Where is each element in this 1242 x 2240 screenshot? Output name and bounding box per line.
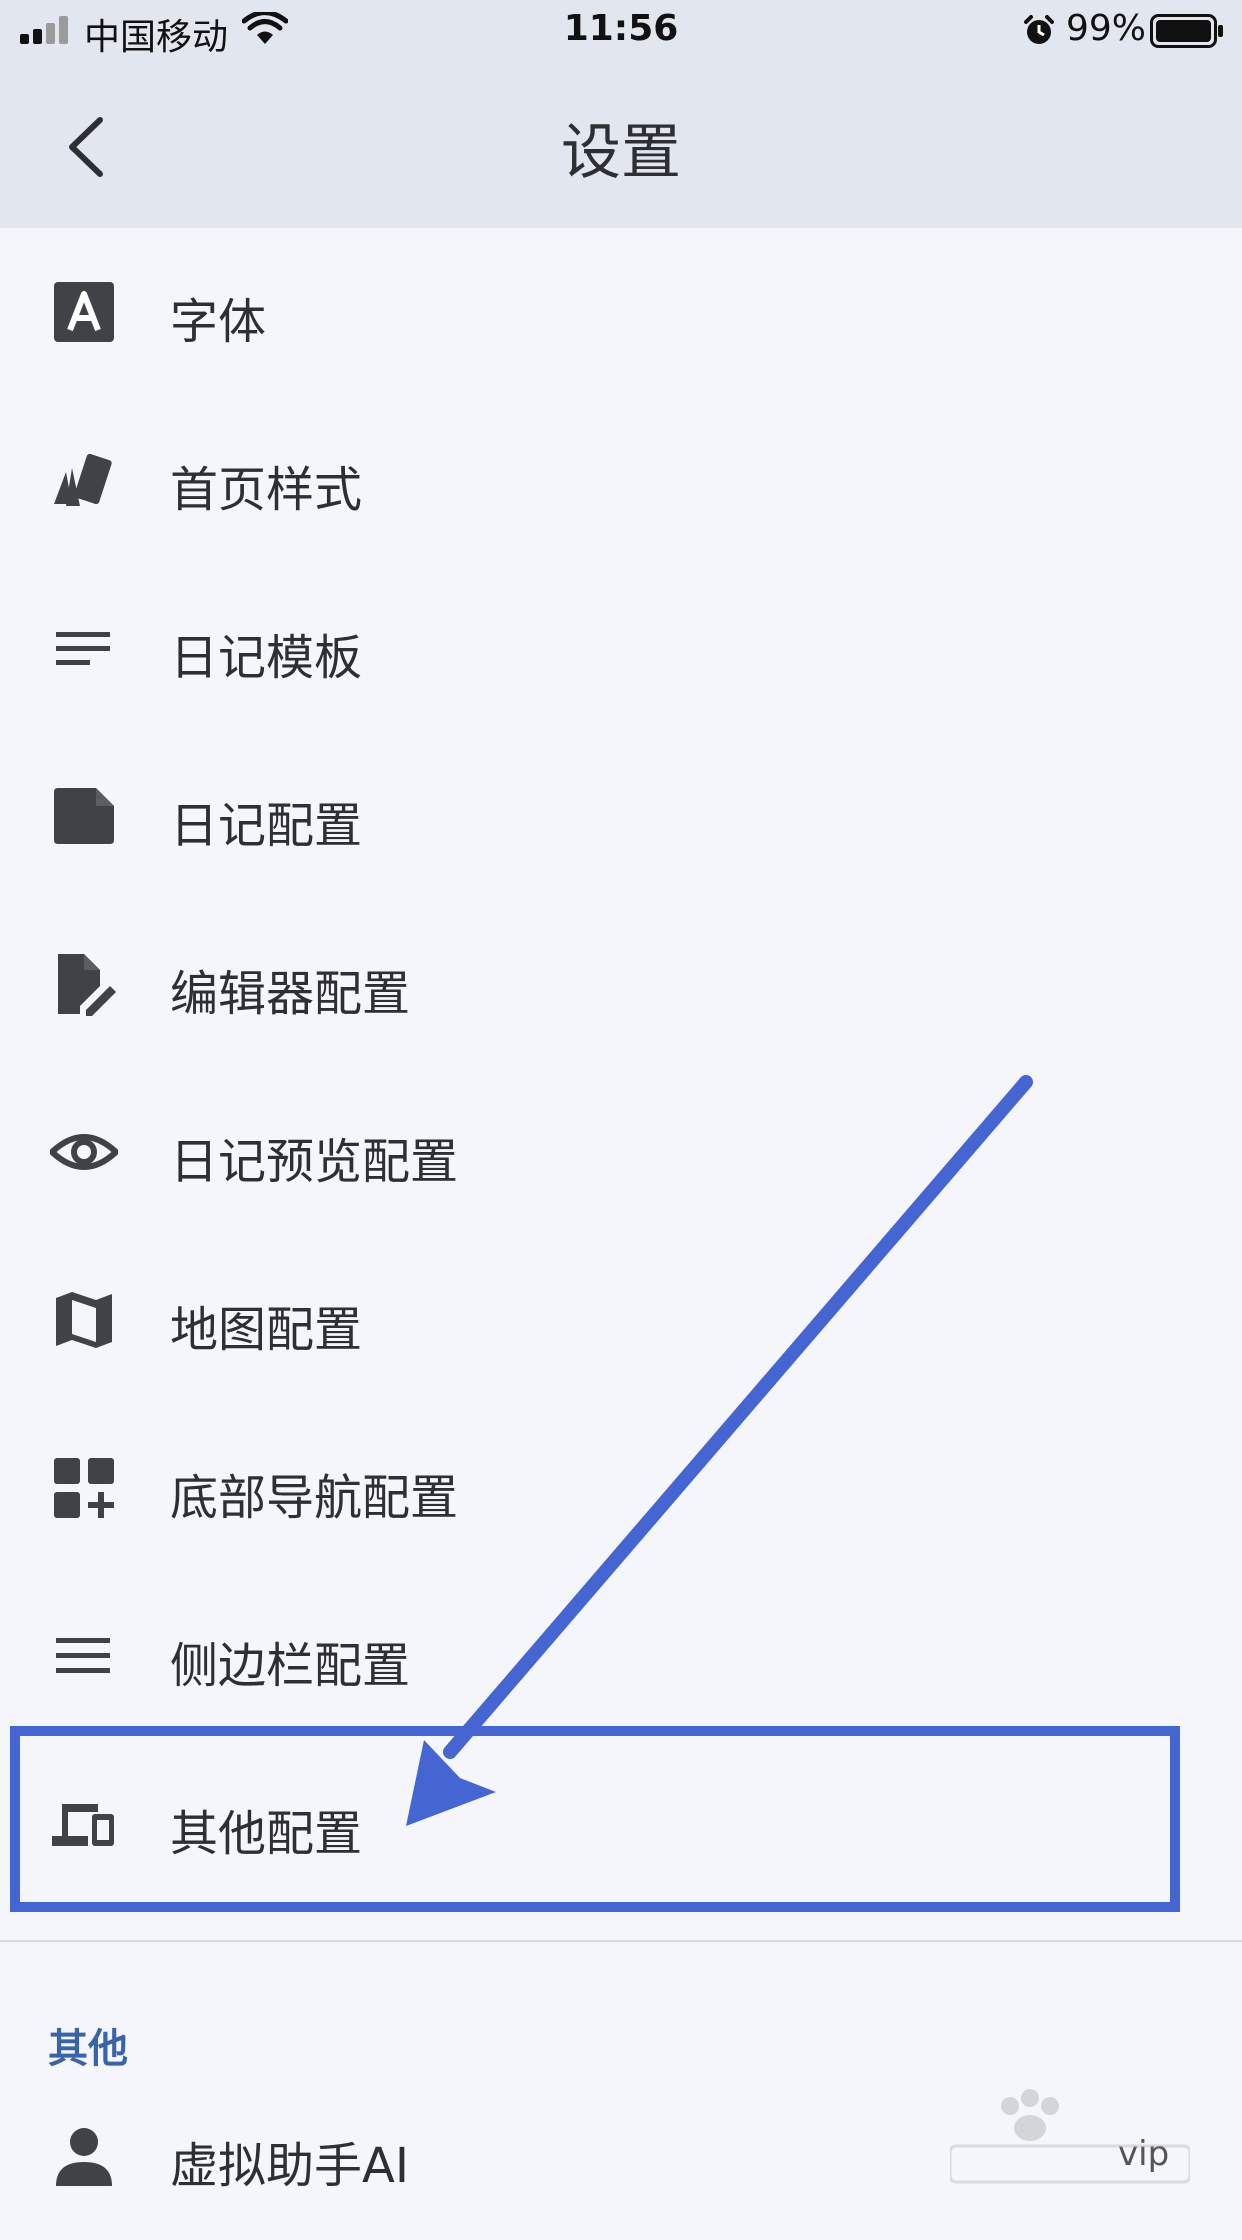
lines-icon [56, 632, 110, 665]
battery-icon [1150, 14, 1223, 48]
style-cards-icon [54, 453, 112, 506]
settings-item-diary-config[interactable]: 日记配置 [0, 732, 1242, 900]
person-icon [56, 2128, 112, 2186]
settings-item-label: 虚拟助手AI [170, 2138, 409, 2194]
page-title: 设置 [561, 118, 681, 188]
section-header-other: 其他 [48, 2026, 128, 2072]
settings-item-editor-config[interactable]: 编辑器配置 [0, 900, 1242, 1068]
map-icon [56, 1292, 112, 1348]
settings-item-label: 地图配置 [170, 1302, 363, 1358]
settings-item-label: 日记模板 [170, 630, 363, 686]
settings-item-label: 字体 [170, 294, 267, 350]
settings-item-map-config[interactable]: 地图配置 [0, 1236, 1242, 1404]
battery-percentage: 99% [1066, 8, 1147, 49]
section-divider [0, 1940, 1242, 1942]
menu-icon [56, 1638, 110, 1673]
settings-item-label: 底部导航配置 [170, 1470, 459, 1526]
highlight-box [10, 1726, 1180, 1912]
nav-bar: 设置 [0, 62, 1242, 228]
settings-item-label: 首页样式 [170, 462, 363, 518]
settings-item-label: 日记配置 [170, 798, 363, 854]
settings-item-label: 日记预览配置 [170, 1134, 459, 1190]
settings-item-label: 侧边栏配置 [170, 1638, 411, 1694]
font-icon [54, 282, 114, 342]
edit-file-icon [58, 954, 116, 1016]
settings-item-label: 编辑器配置 [170, 966, 411, 1022]
settings-item-bottom-nav-config[interactable]: 底部导航配置 [0, 1404, 1242, 1572]
note-icon [54, 788, 114, 844]
status-bar: 中国移动 11:56 99% [0, 0, 1242, 62]
settings-item-font[interactable]: 字体 [0, 228, 1242, 396]
settings-item-sidebar-config[interactable]: 侧边栏配置 [0, 1572, 1242, 1740]
alarm-icon [1024, 15, 1054, 44]
watermark-logo [950, 2089, 1190, 2184]
eye-icon [50, 1134, 118, 1170]
settings-item-diary-template[interactable]: 日记模板 [0, 564, 1242, 732]
settings-item-preview-config[interactable]: 日记预览配置 [0, 1068, 1242, 1236]
settings-item-home-style[interactable]: 首页样式 [0, 396, 1242, 564]
grid-add-icon [54, 1458, 114, 1518]
